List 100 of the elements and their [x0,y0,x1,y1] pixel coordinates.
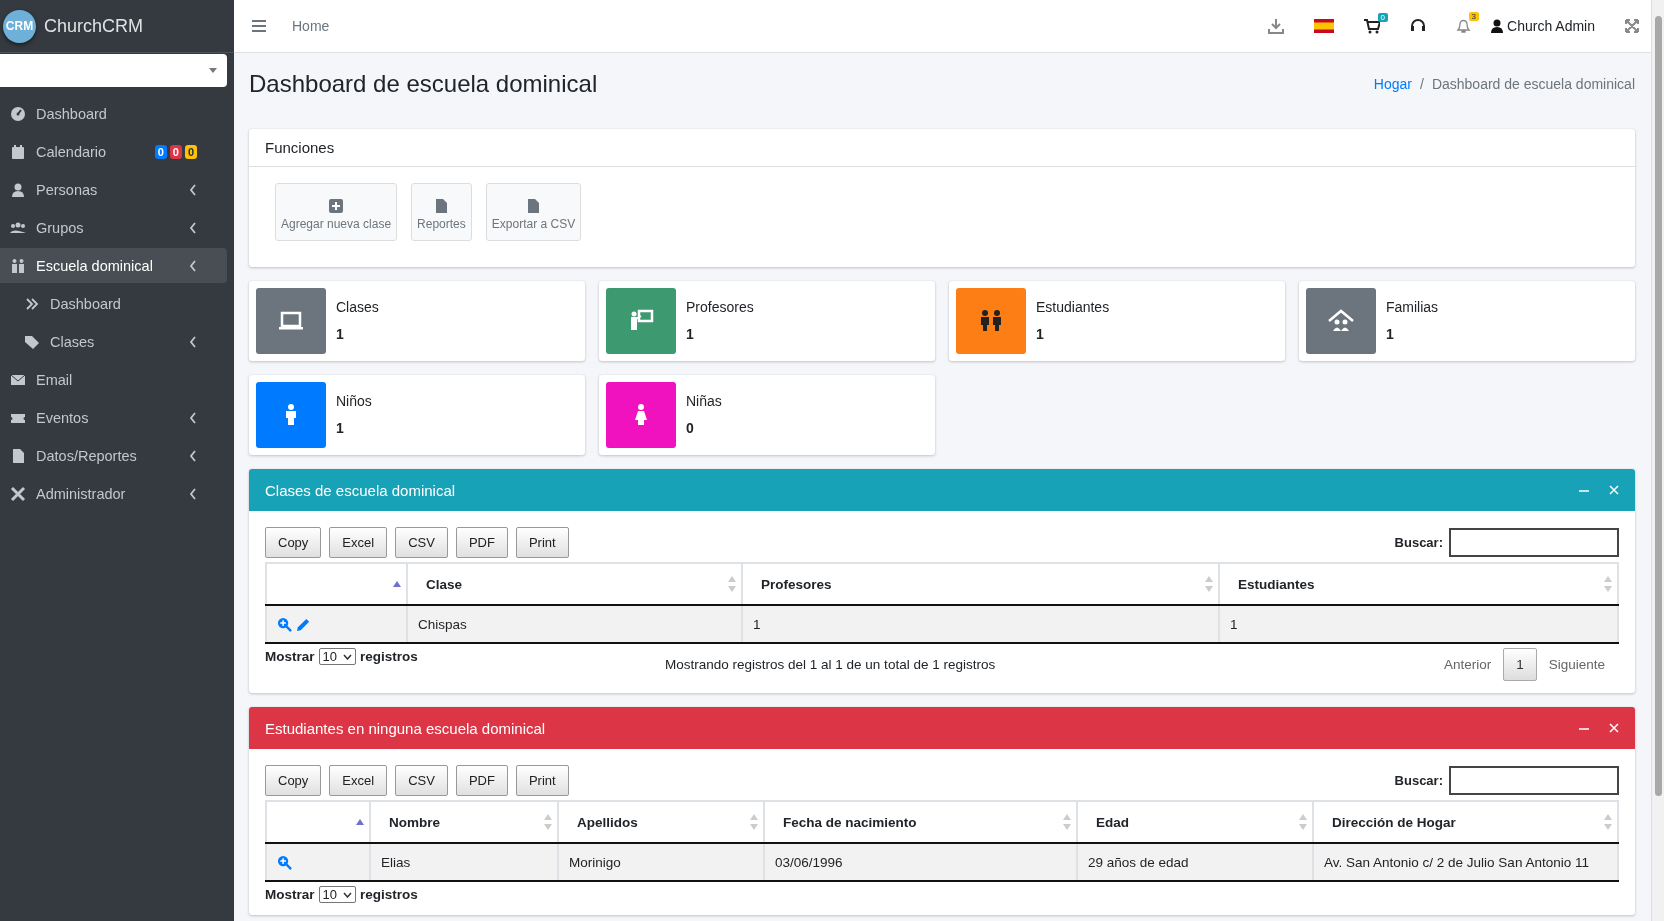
column-header[interactable]: Clase [407,563,742,605]
home-link[interactable]: Home [292,18,1239,34]
next-link[interactable]: Siguiente [1548,657,1605,672]
stat-value: 1 [686,326,695,342]
table-cell: Chispas [407,605,742,643]
count-badge: 0 [184,144,197,159]
sidebar-item[interactable]: Escuela dominical [0,248,227,283]
card-title: Funciones [249,129,1635,167]
bell-icon[interactable] [1456,18,1472,34]
sidebar-item[interactable]: Email [0,362,227,397]
panel-title: Clases de escuela dominical [265,481,457,499]
sidebar-item[interactable]: Dashboard [0,96,227,131]
stat-value: 1 [336,420,345,436]
stat-label: Profesores [686,299,754,315]
menu-icon[interactable] [252,20,266,32]
length-label: Mostrar [265,649,315,664]
cart-icon[interactable] [1364,18,1381,34]
file-icon [10,447,26,464]
export-button[interactable]: Print [515,765,569,796]
export-button[interactable]: Copy [265,527,322,558]
table-cell: 1 [742,605,1219,643]
table-cell: Elias [370,843,558,881]
scrollbar[interactable] [1654,16,1662,796]
count-badge: 0 [154,144,167,159]
search-field[interactable] [1449,766,1619,795]
close-icon[interactable] [1609,723,1619,733]
headset-icon[interactable] [1410,18,1427,34]
sidebar-item[interactable]: Grupos [0,210,227,245]
search-field[interactable] [1449,528,1619,557]
length-label: registros [360,887,418,902]
search-label: Buscar: [1394,535,1443,550]
search-label: Buscar: [1394,773,1443,788]
page-length-select[interactable]: 10 [318,886,356,903]
user-name[interactable]: Church Admin [1507,18,1595,34]
count-badge: 3 [1468,12,1480,21]
double-chevron-icon [24,295,40,312]
children-icon [10,257,26,274]
zoom-in-icon[interactable] [277,854,292,870]
close-icon[interactable] [1609,485,1619,495]
zoom-in-icon[interactable] [277,616,292,632]
export-button[interactable]: Excel [329,765,388,796]
stat-value: 0 [686,420,695,436]
page-button[interactable]: 1 [1503,648,1537,681]
column-header[interactable]: Apellidos [558,801,764,843]
table-cell: Av. San Antonio c/ 2 de Julio San Antonio 11 [1313,843,1618,881]
count-badge: 0 [169,144,182,159]
column-header[interactable]: Estudiantes [1219,563,1618,605]
count-badge: 0 [1377,12,1389,22]
export-button[interactable]: PDF [455,765,508,796]
user-icon [1491,19,1504,33]
flag-icon[interactable] [1314,19,1335,33]
stat-value: 1 [336,326,345,342]
fullscreen-icon[interactable] [1625,19,1639,33]
table-cell: 29 años de edad [1077,843,1313,881]
sidebar-item[interactable]: Eventos [0,400,227,435]
gauge-icon [10,105,26,122]
sidebar-item[interactable]: Dashboard [0,286,227,321]
column-header[interactable]: Fecha de nacimiento [764,801,1077,843]
export-button[interactable]: PDF [455,527,508,558]
export-button[interactable]: Print [515,527,569,558]
sidebar-item[interactable]: Personas [0,172,227,207]
previous-link[interactable]: Anterior [1443,657,1492,672]
pencil-icon[interactable] [296,616,311,632]
function-button[interactable]: Reportes [411,183,472,241]
panel-title: Estudiantes en ninguna escuela dominical [265,719,547,737]
function-button[interactable]: Agregar nueva clase [275,183,398,241]
breadcrumb-link[interactable]: Hogar [1373,76,1412,92]
export-button[interactable]: CSV [395,765,448,796]
export-button[interactable]: CSV [395,527,448,558]
export-button[interactable]: Copy [265,765,322,796]
length-label: registros [360,649,418,664]
stat-value: 1 [1386,326,1395,342]
length-label: Mostrar [265,887,315,902]
function-button[interactable]: Exportar a CSV [485,183,582,241]
table-cell: 1 [1219,605,1618,643]
page-title: Dashboard de escuela dominical [249,70,598,98]
table-cell: Morinigo [558,843,764,881]
person-icon [10,181,26,198]
sidebar-item[interactable]: Datos/Reportes [0,438,227,473]
export-button[interactable]: Excel [329,527,388,558]
sidebar-item[interactable]: Clases [0,324,227,359]
calendar-icon [10,143,26,160]
stat-label: Niñas [686,393,722,409]
stat-label: Estudiantes [1036,299,1110,315]
breadcrumb-current: Dashboard de escuela dominical [1431,76,1635,92]
column-header[interactable]: Profesores [742,563,1219,605]
table-cell: 03/06/1996 [764,843,1077,881]
stat-label: Familias [1386,299,1439,315]
sidebar-item[interactable]: Administrador [0,476,227,511]
download-icon[interactable] [1268,18,1285,34]
stat-value: 1 [1036,326,1045,342]
column-header[interactable]: Dirección de Hogar [1313,801,1618,843]
file-icon [433,198,450,214]
column-header[interactable]: Edad [1077,801,1313,843]
breadcrumb-separator: / [1420,76,1424,92]
page-length-select[interactable]: 10 [318,648,356,665]
sidebar-item[interactable]: Calendario 0 0 0 [0,134,227,169]
column-header[interactable]: Nombre [370,801,558,843]
select-field[interactable] [0,54,227,87]
file-icon [525,198,542,214]
